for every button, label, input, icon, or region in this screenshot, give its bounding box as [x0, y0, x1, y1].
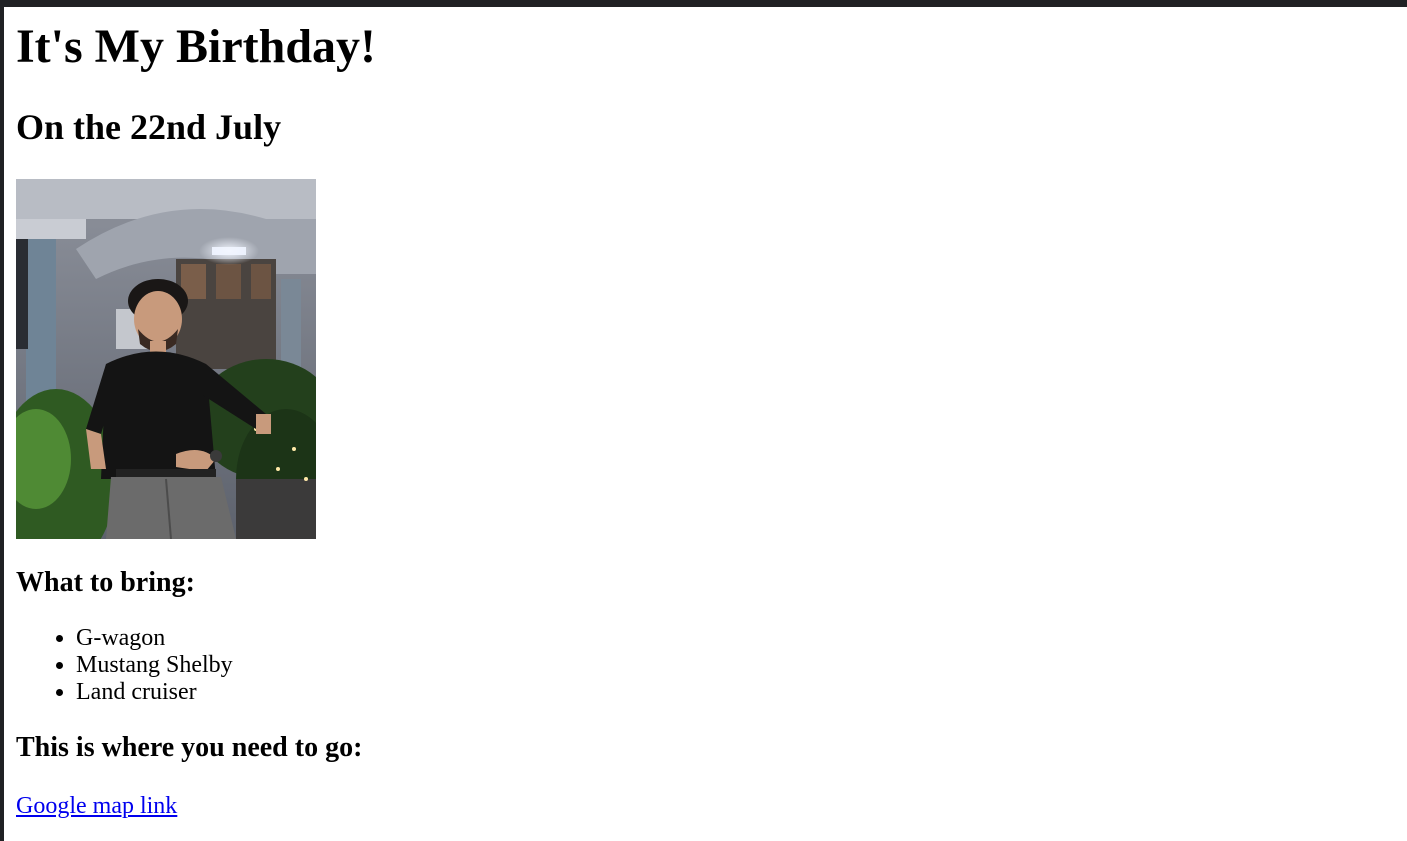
window-left-edge	[0, 0, 4, 841]
page-subtitle: On the 22nd July	[16, 107, 282, 147]
page-content: It's My Birthday! On the 22nd July What …	[16, 7, 1396, 820]
birthday-photo	[16, 179, 316, 539]
list-item: Land cruiser	[76, 679, 1396, 706]
bring-list: G-wagon Mustang Shelby Land cruiser	[16, 625, 1396, 706]
page-title: It's My Birthday!	[16, 20, 376, 73]
google-map-link[interactable]: Google map link	[16, 792, 177, 820]
where-heading: This is where you need to go:	[16, 732, 363, 763]
bring-heading: What to bring:	[16, 567, 195, 598]
list-item: G-wagon	[76, 625, 1396, 652]
list-item: Mustang Shelby	[76, 652, 1396, 679]
window-top-bar	[0, 0, 1407, 7]
